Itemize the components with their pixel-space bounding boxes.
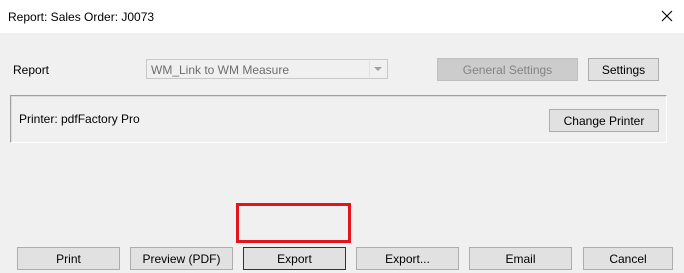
settings-button[interactable]: Settings [588, 58, 659, 81]
change-printer-button[interactable]: Change Printer [549, 109, 659, 132]
printer-name: Printer: pdfFactory Pro [19, 112, 140, 126]
export-button[interactable]: Export [243, 247, 346, 270]
close-icon [661, 10, 673, 21]
report-label: Report [13, 63, 50, 77]
cancel-button[interactable]: Cancel [583, 247, 673, 270]
print-button[interactable]: Print [17, 247, 120, 270]
dropdown-arrow-icon[interactable] [369, 61, 386, 77]
report-select[interactable]: WM_Link to WM Measure [146, 59, 388, 79]
email-button[interactable]: Email [469, 247, 572, 270]
title-bar: Report: Sales Order: J0073 [0, 0, 684, 33]
general-settings-button[interactable]: General Settings [437, 58, 578, 81]
report-select-value: WM_Link to WM Measure [151, 63, 290, 77]
export-highlight-box [236, 203, 351, 243]
export-dialog-button[interactable]: Export... [356, 247, 459, 270]
window-title: Report: Sales Order: J0073 [8, 10, 155, 24]
close-button[interactable] [650, 0, 684, 31]
preview-pdf-button[interactable]: Preview (PDF) [130, 247, 233, 270]
